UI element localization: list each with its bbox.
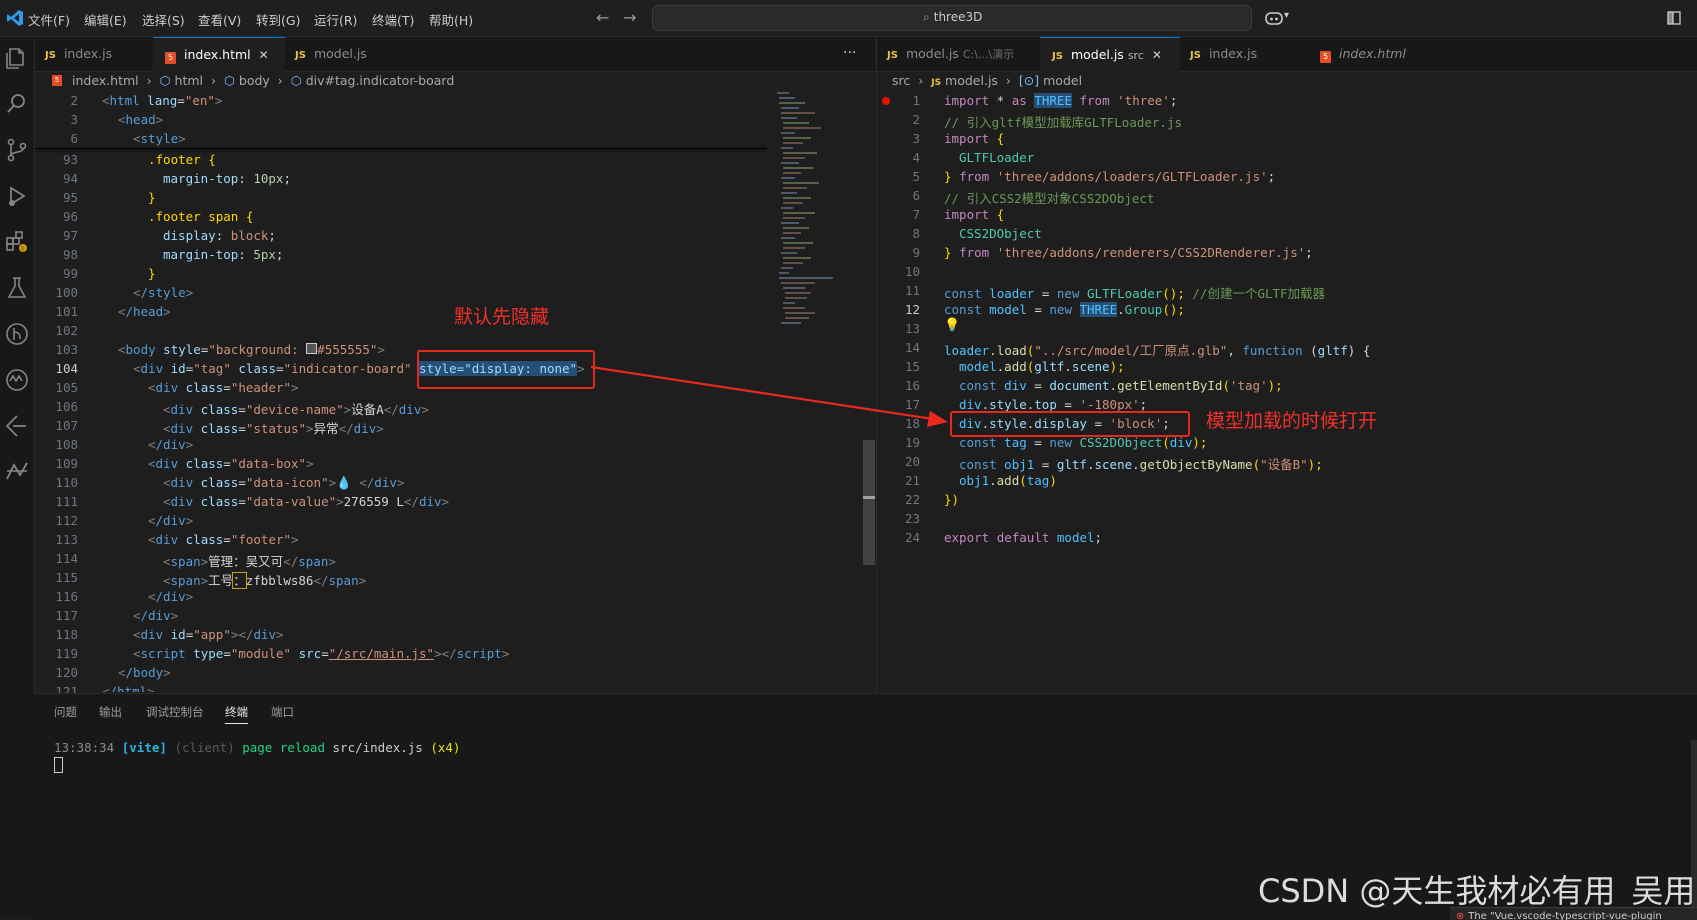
tab-problems[interactable]: 问题 [54, 704, 77, 720]
notification-toast[interactable]: ⊗ The "Vue.vscode-typescript-vue-plugin [1450, 907, 1697, 920]
watermark: CSDN @天生我材必有用_吴用 [1258, 872, 1696, 910]
terminal-output-line: 13:38:34 [vite] (client) page reload src… [54, 740, 461, 755]
tab-ports[interactable]: 端口 [271, 704, 294, 720]
tab-debug-console[interactable]: 调试控制台 [146, 704, 204, 720]
terminal-cursor[interactable] [54, 757, 63, 773]
tab-output[interactable]: 输出 [99, 704, 122, 720]
tab-terminal[interactable]: 终端 [225, 704, 248, 724]
